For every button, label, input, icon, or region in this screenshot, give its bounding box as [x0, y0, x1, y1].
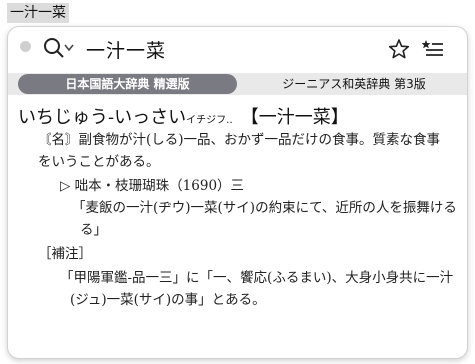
citation-source: ▷ 咄本・枝珊瑚珠（1690）三 — [60, 178, 245, 194]
selected-text-chip: 一汁一菜 — [7, 3, 69, 23]
citation-quote: る」 — [80, 222, 107, 238]
entry-headword: いちじゅう-いっさいイチジフ‥ 【一汁一菜】 — [18, 103, 349, 129]
note-text: (ジュ)一菜(サイ)の事」とある。 — [70, 292, 266, 308]
tab-nikkoku[interactable]: 日本国語大辞典 精選版 — [18, 74, 237, 94]
dictionary-tabs: 日本国語大辞典 精選版 ジーニアス和英辞典 第3版 — [8, 73, 467, 95]
search-input[interactable]: 一汁一菜 — [86, 36, 166, 63]
star-icon[interactable] — [388, 38, 410, 60]
search-icon[interactable] — [42, 35, 76, 61]
citation-quote: 「麦飯の一汁(ヂウ)一菜(サイ)の約束にて、近所の人を振舞ける — [72, 200, 457, 216]
tab-genius[interactable]: ジーニアス和英辞典 第3版 — [252, 74, 456, 94]
note-text: 「甲陽軍鑑-品一三」に「一、饗応(ふるまい)、大身小身共に一汁 — [60, 270, 454, 286]
definition-line: をいうことがある。 — [38, 154, 160, 170]
dictionary-panel: 一汁一菜 日本国語大辞典 精選版 ジーニアス和英辞典 第3版 いちじゅう-いっさ… — [7, 26, 468, 359]
list-icon[interactable] — [422, 38, 444, 60]
search-bar: 一汁一菜 — [8, 27, 467, 73]
note-label: ［補注］ — [38, 246, 92, 262]
entry-reading: いちじゅう-いっさい — [18, 107, 187, 128]
definition-line: 〘名〙副食物が汁(しる)一品、おかず一品だけの食事。質素な食事 — [38, 132, 441, 148]
entry-kanji: 【一汁一菜】 — [240, 107, 349, 128]
status-dot — [20, 41, 31, 52]
entry-reading-alt: イチジフ‥ — [186, 115, 233, 126]
